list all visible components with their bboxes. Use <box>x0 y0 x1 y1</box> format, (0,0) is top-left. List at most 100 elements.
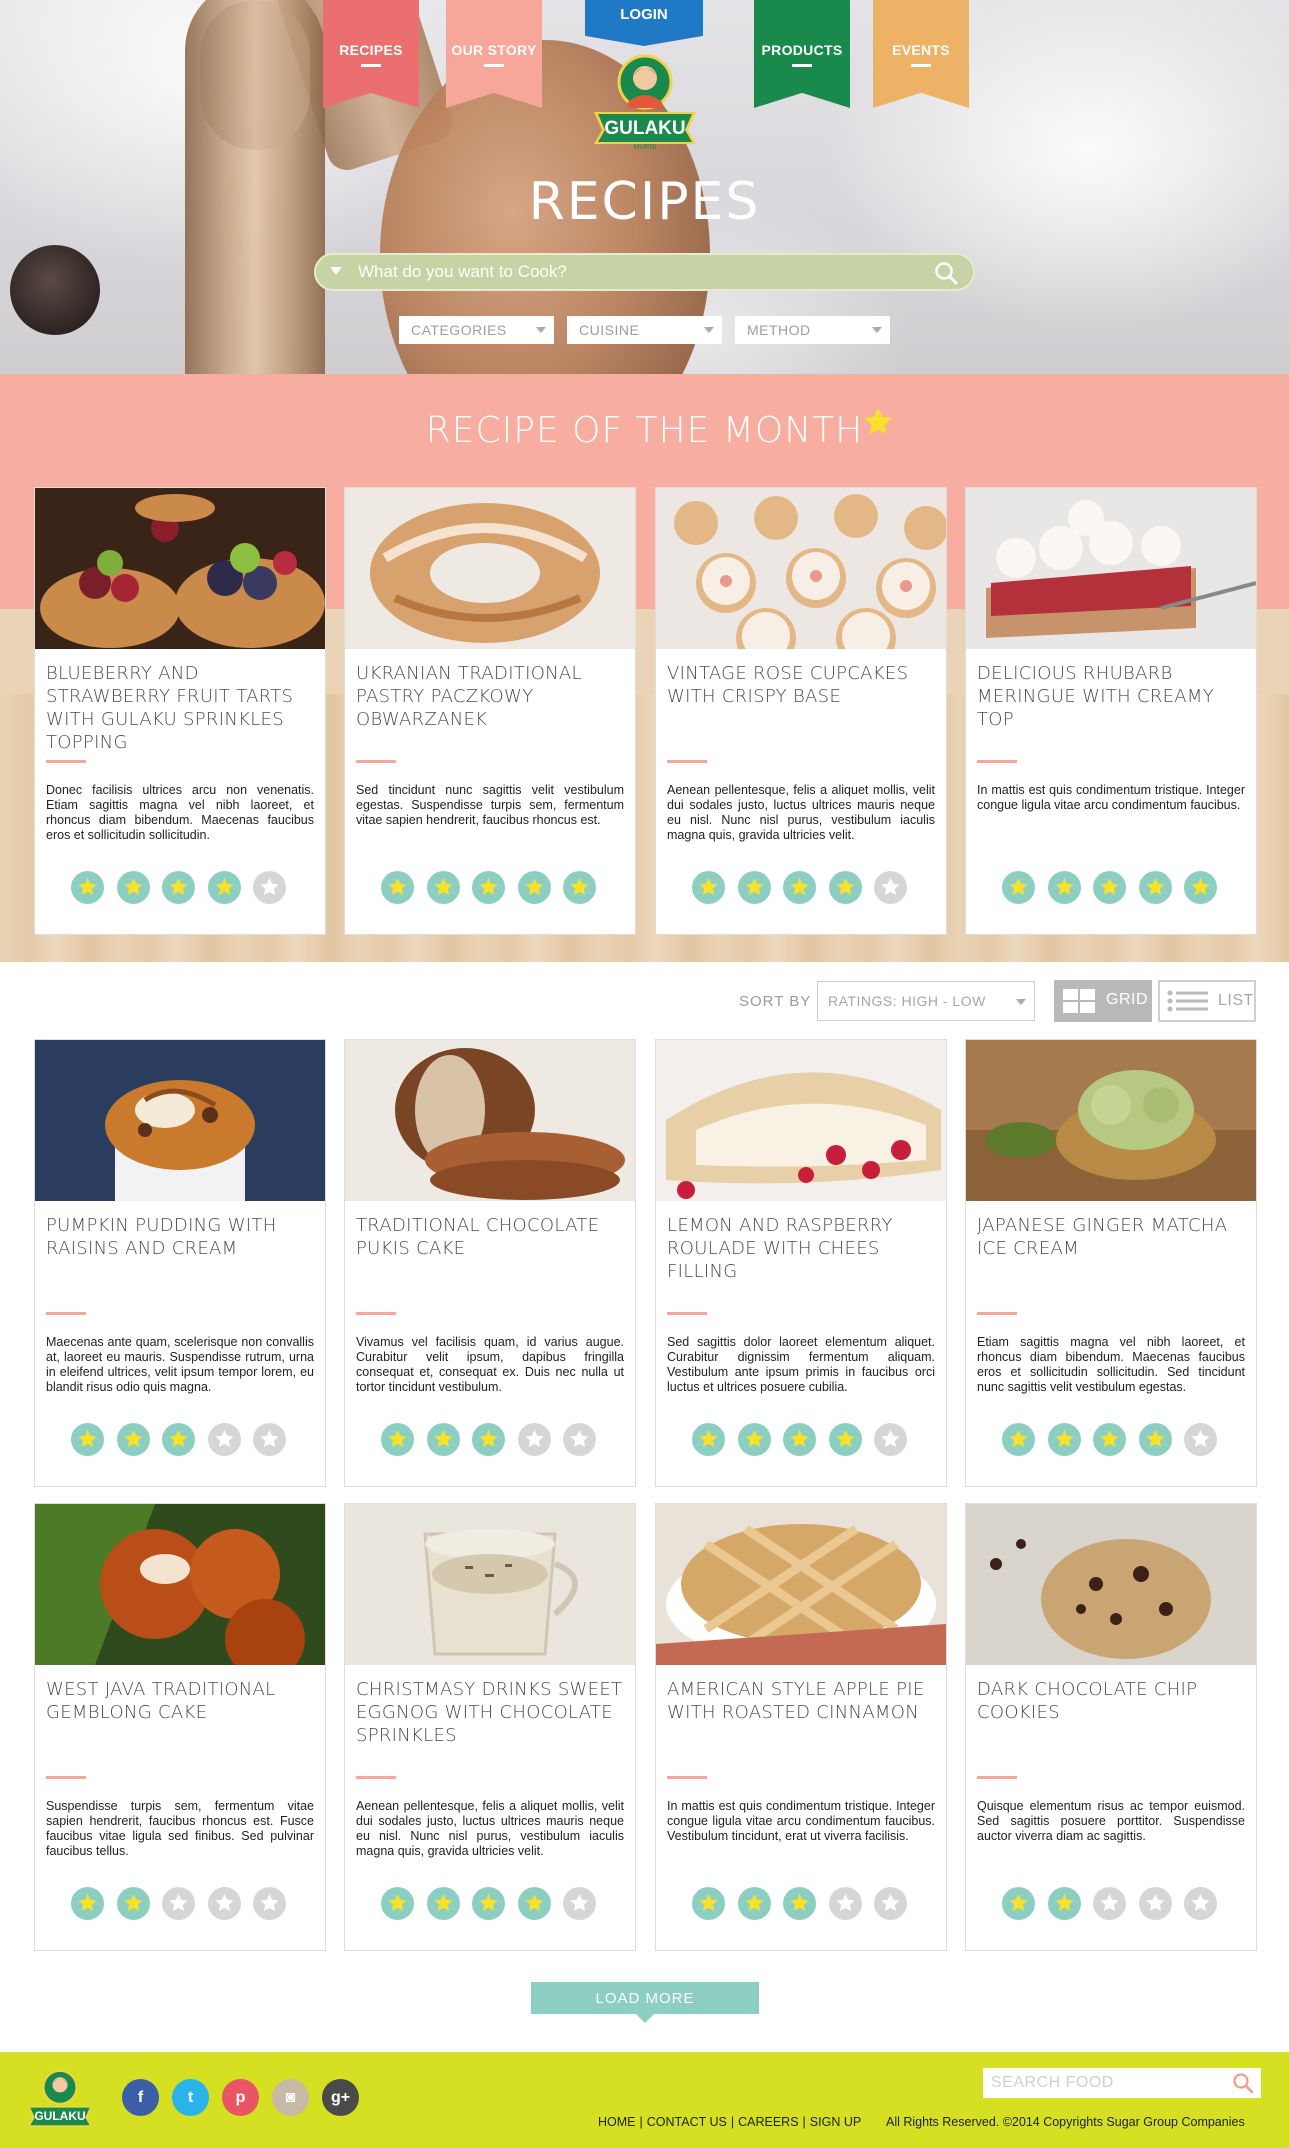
recipe-card[interactable]: LEMON AND RASPBERRY ROULADE WITH CHEES F… <box>655 1039 947 1487</box>
star-filled-icon[interactable] <box>517 871 551 904</box>
star-filled-icon[interactable] <box>692 871 725 904</box>
recipe-photo[interactable] <box>35 1504 325 1665</box>
recipe-photo[interactable] <box>966 488 1256 649</box>
star-filled-icon[interactable] <box>1002 1887 1035 1920</box>
star-filled-icon[interactable] <box>116 871 150 904</box>
recipe-title[interactable]: TRADITIONAL CHOCOLATE PUKIS CAKE <box>356 1214 626 1260</box>
star-empty-icon[interactable] <box>253 871 286 904</box>
recipe-card[interactable]: VINTAGE ROSE CUPCAKES WITH CRISPY BASE Ae… <box>655 487 947 935</box>
star-filled-icon[interactable] <box>426 871 460 904</box>
star-filled-icon[interactable] <box>116 1887 150 1920</box>
star-filled-icon[interactable] <box>737 1887 771 1920</box>
star-empty-icon[interactable] <box>874 1887 907 1920</box>
star-filled-icon[interactable] <box>472 871 505 904</box>
star-filled-icon[interactable] <box>162 1423 195 1456</box>
star-empty-icon[interactable] <box>162 1887 195 1920</box>
twitter-icon[interactable]: t <box>172 2079 209 2116</box>
recipe-title[interactable]: AMERICAN STYLE APPLE PIE WITH ROASTED CI… <box>667 1678 937 1724</box>
star-filled-icon[interactable] <box>116 1423 150 1456</box>
recipe-card[interactable]: JAPANESE GINGER MATCHA ICE CREAM Etiam sa… <box>965 1039 1257 1487</box>
recipe-title[interactable]: LEMON AND RASPBERRY ROULADE WITH CHEES F… <box>667 1214 937 1283</box>
recipe-title[interactable]: UKRANIAN TRADITIONAL PASTRY PACZKOWY OBW… <box>356 662 626 731</box>
star-filled-icon[interactable] <box>71 1887 104 1920</box>
star-filled-icon[interactable] <box>517 1887 551 1920</box>
star-filled-icon[interactable] <box>381 871 414 904</box>
star-filled-icon[interactable] <box>381 1423 414 1456</box>
star-filled-icon[interactable] <box>207 871 241 904</box>
star-empty-icon[interactable] <box>1138 1887 1172 1920</box>
star-filled-icon[interactable] <box>737 871 771 904</box>
filter-cuisine[interactable]: CUISINE <box>567 316 722 344</box>
recipe-title[interactable]: WEST JAVA TRADITIONAL GEMBLONG CAKE <box>46 1678 316 1724</box>
recipe-photo[interactable] <box>35 1040 325 1201</box>
star-filled-icon[interactable] <box>1047 1423 1081 1456</box>
star-filled-icon[interactable] <box>472 1423 505 1456</box>
star-empty-icon[interactable] <box>207 1887 241 1920</box>
star-filled-icon[interactable] <box>828 871 862 904</box>
instagram-icon[interactable]: ◙ <box>272 2079 309 2116</box>
footer-link-careers[interactable]: CAREERS <box>738 2115 798 2129</box>
sort-select[interactable]: RATINGS: HIGH - LOW <box>817 981 1035 1021</box>
login-button[interactable]: LOGIN <box>585 0 703 46</box>
recipe-card[interactable]: WEST JAVA TRADITIONAL GEMBLONG CAKE Suspe… <box>34 1503 326 1951</box>
star-empty-icon[interactable] <box>563 1423 596 1456</box>
star-empty-icon[interactable] <box>207 1423 241 1456</box>
recipe-title[interactable]: JAPANESE GINGER MATCHA ICE CREAM <box>977 1214 1247 1260</box>
star-filled-icon[interactable] <box>1138 1423 1172 1456</box>
recipe-title[interactable]: VINTAGE ROSE CUPCAKES WITH CRISPY BASE <box>667 662 937 708</box>
recipe-card[interactable]: CHRISTMASY DRINKS SWEET EGGNOG WITH CHOC… <box>344 1503 636 1951</box>
search-icon[interactable] <box>1231 2072 1255 2094</box>
footer-gulaku-logo[interactable]: GULAKU <box>24 2068 96 2132</box>
pinterest-icon[interactable]: p <box>222 2079 259 2116</box>
nav-products[interactable]: PRODUCTS <box>754 0 850 108</box>
star-filled-icon[interactable] <box>426 1887 460 1920</box>
star-empty-icon[interactable] <box>253 1423 286 1456</box>
filter-method[interactable]: METHOD <box>735 316 890 344</box>
star-empty-icon[interactable] <box>563 1887 596 1920</box>
footer-link-signup[interactable]: SIGN UP <box>810 2115 861 2129</box>
star-filled-icon[interactable] <box>162 871 195 904</box>
recipe-photo[interactable] <box>656 1504 946 1665</box>
footer-search[interactable] <box>983 2068 1261 2098</box>
star-filled-icon[interactable] <box>472 1887 505 1920</box>
recipe-card[interactable]: DELICIOUS RHUBARB MERINGUE WITH CREAMY T… <box>965 487 1257 935</box>
star-filled-icon[interactable] <box>828 1423 862 1456</box>
star-filled-icon[interactable] <box>1093 1423 1126 1456</box>
recipe-title[interactable]: CHRISTMASY DRINKS SWEET EGGNOG WITH CHOC… <box>356 1678 626 1747</box>
search-icon[interactable] <box>933 260 959 286</box>
recipe-card[interactable]: AMERICAN STYLE APPLE PIE WITH ROASTED CI… <box>655 1503 947 1951</box>
search-dropdown-caret-icon[interactable] <box>330 267 342 275</box>
star-filled-icon[interactable] <box>71 1423 104 1456</box>
recipe-card[interactable]: TRADITIONAL CHOCOLATE PUKIS CAKE Vivamus … <box>344 1039 636 1487</box>
star-empty-icon[interactable] <box>253 1887 286 1920</box>
star-filled-icon[interactable] <box>1184 871 1217 904</box>
recipe-photo[interactable] <box>966 1040 1256 1201</box>
recipe-title[interactable]: PUMPKIN PUDDING WITH RAISINS AND CREAM <box>46 1214 316 1260</box>
star-filled-icon[interactable] <box>1093 871 1126 904</box>
star-filled-icon[interactable] <box>1002 1423 1035 1456</box>
view-list-button[interactable]: LIST <box>1158 980 1256 1022</box>
star-filled-icon[interactable] <box>1002 871 1035 904</box>
star-filled-icon[interactable] <box>692 1423 725 1456</box>
filter-categories[interactable]: CATEGORIES <box>399 316 554 344</box>
footer-search-input[interactable] <box>991 2072 1221 2094</box>
recipe-photo[interactable] <box>656 488 946 649</box>
star-empty-icon[interactable] <box>517 1423 551 1456</box>
load-more-button[interactable]: LOAD MORE <box>531 1982 759 2023</box>
star-filled-icon[interactable] <box>1047 871 1081 904</box>
recipe-photo[interactable] <box>345 1040 635 1201</box>
star-filled-icon[interactable] <box>692 1887 725 1920</box>
google-plus-icon[interactable]: g+ <box>322 2079 359 2116</box>
star-filled-icon[interactable] <box>563 871 596 904</box>
recipe-card[interactable]: DARK CHOCOLATE CHIP COOKIES Quisque eleme… <box>965 1503 1257 1951</box>
recipe-title[interactable]: BLUEBERRY AND STRAWBERRY FRUIT TARTS WIT… <box>46 662 316 754</box>
recipe-search-input[interactable] <box>358 260 898 284</box>
star-empty-icon[interactable] <box>1184 1423 1217 1456</box>
star-filled-icon[interactable] <box>381 1887 414 1920</box>
facebook-icon[interactable]: f <box>122 2079 159 2116</box>
recipe-photo[interactable] <box>656 1040 946 1201</box>
footer-link-home[interactable]: HOME <box>598 2115 636 2129</box>
star-filled-icon[interactable] <box>426 1423 460 1456</box>
recipe-title[interactable]: DELICIOUS RHUBARB MERINGUE WITH CREAMY T… <box>977 662 1247 731</box>
recipe-card[interactable]: UKRANIAN TRADITIONAL PASTRY PACZKOWY OBW… <box>344 487 636 935</box>
